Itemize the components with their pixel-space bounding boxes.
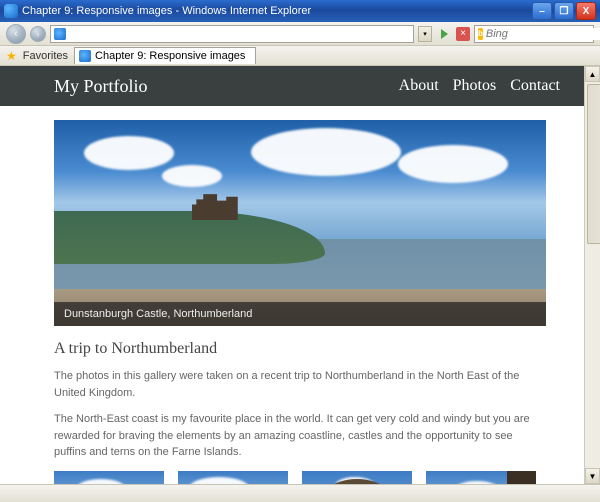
window-buttons: – ❐ X: [532, 2, 596, 20]
maximize-button[interactable]: ❐: [554, 2, 574, 20]
address-input[interactable]: [69, 28, 410, 40]
vertical-scrollbar[interactable]: ▲ ▼: [584, 66, 600, 484]
go-arrow-icon: [441, 29, 448, 39]
thumbnail-4[interactable]: [426, 471, 536, 485]
address-bar[interactable]: [50, 25, 414, 43]
tab-active[interactable]: Chapter 9: Responsive images: [74, 47, 256, 64]
article-paragraph-2: The North-East coast is my favourite pla…: [54, 411, 546, 461]
article-title: A trip to Northumberland: [54, 340, 546, 358]
scroll-thumb[interactable]: [587, 84, 600, 244]
site-title: My Portfolio: [54, 76, 148, 97]
page-icon: [54, 28, 66, 40]
tab-label: Chapter 9: Responsive images: [95, 50, 245, 62]
scroll-down-button[interactable]: ▼: [585, 468, 600, 484]
site-nav: About Photos Contact: [399, 77, 560, 95]
thumbnail-3[interactable]: [302, 471, 412, 485]
thumbnail-row: [54, 471, 546, 485]
nav-contact[interactable]: Contact: [510, 77, 560, 95]
favorites-button[interactable]: Favorites: [23, 50, 68, 62]
tab-page-icon: [79, 50, 91, 62]
page-content: My Portfolio About Photos Contact Dunsta…: [0, 66, 600, 484]
hero-image[interactable]: Dunstanburgh Castle, Northumberland: [54, 120, 546, 326]
stop-button[interactable]: ×: [456, 27, 470, 41]
search-input[interactable]: [486, 28, 600, 40]
forward-button[interactable]: ›: [30, 26, 46, 42]
scroll-up-button[interactable]: ▲: [585, 66, 600, 82]
hero-caption: Dunstanburgh Castle, Northumberland: [54, 302, 546, 326]
favorites-star-icon[interactable]: ★: [6, 49, 17, 63]
article-content: Dunstanburgh Castle, Northumberland A tr…: [0, 106, 600, 484]
wall-icon: [507, 471, 536, 485]
close-button[interactable]: X: [576, 2, 596, 20]
article-paragraph-1: The photos in this gallery were taken on…: [54, 368, 546, 401]
address-dropdown[interactable]: ▾: [418, 26, 432, 42]
search-box[interactable]: b 🔍: [474, 25, 594, 43]
address-toolbar: ‹ › ▾ × b 🔍: [0, 22, 600, 46]
status-bar: [0, 484, 600, 502]
window-titlebar: Chapter 9: Responsive images - Windows I…: [0, 0, 600, 22]
cloud-icon: [251, 128, 401, 176]
bing-icon: b: [478, 28, 483, 40]
thumbnail-2[interactable]: [178, 471, 288, 485]
back-button[interactable]: ‹: [6, 24, 26, 44]
ie-icon: [4, 4, 18, 18]
nav-about[interactable]: About: [399, 77, 439, 95]
nav-photos[interactable]: Photos: [453, 77, 497, 95]
minimize-button[interactable]: –: [532, 2, 552, 20]
site-header: My Portfolio About Photos Contact: [0, 66, 600, 106]
favorites-bar: ★ Favorites Chapter 9: Responsive images: [0, 46, 600, 66]
cloud-icon: [398, 145, 508, 183]
page-viewport: My Portfolio About Photos Contact Dunsta…: [0, 66, 600, 484]
window-title: Chapter 9: Responsive images - Windows I…: [22, 5, 532, 17]
go-button[interactable]: [436, 26, 452, 42]
thumbnail-1[interactable]: [54, 471, 164, 485]
